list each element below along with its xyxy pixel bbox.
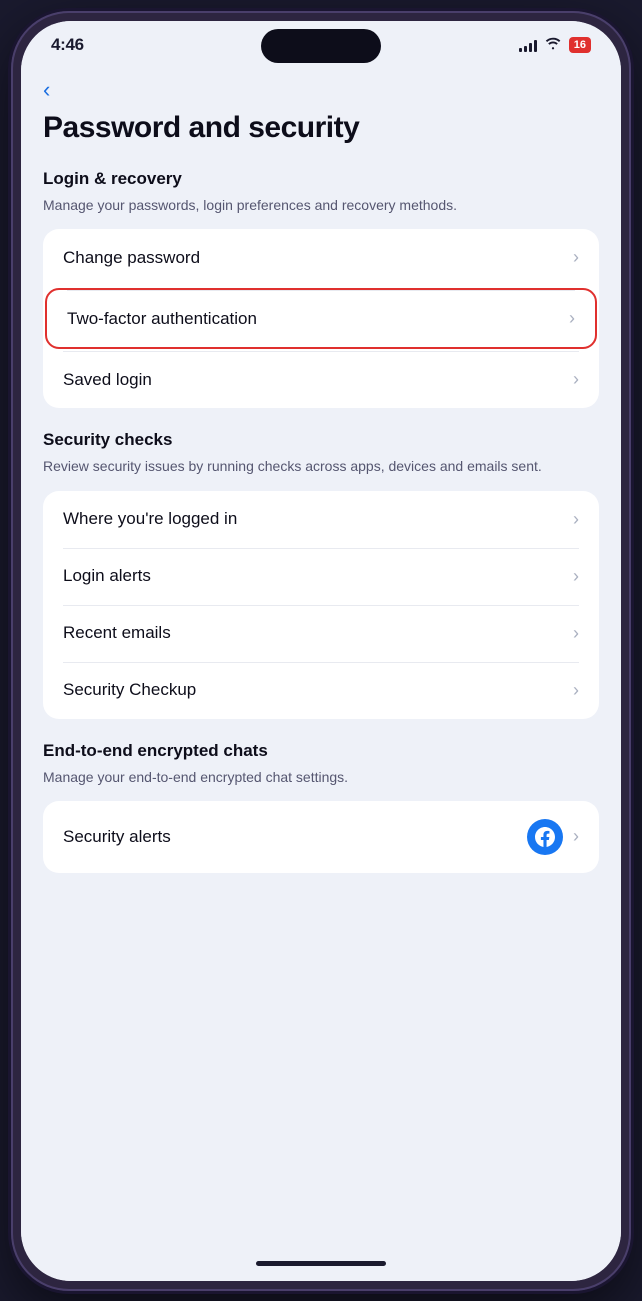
security-checkup-chevron-icon: › <box>573 680 579 701</box>
section-security-checks-desc: Review security issues by running checks… <box>43 456 599 476</box>
facebook-icon <box>527 819 563 855</box>
recent-emails-chevron-icon: › <box>573 623 579 644</box>
security-checkup-item[interactable]: Security Checkup › <box>43 662 599 719</box>
where-logged-in-label: Where you're logged in <box>63 509 237 529</box>
login-alerts-item[interactable]: Login alerts › <box>43 548 599 605</box>
status-icons: 16 <box>519 36 591 53</box>
saved-login-chevron-icon: › <box>573 369 579 390</box>
saved-login-item[interactable]: Saved login › <box>43 351 599 408</box>
page-title: Password and security <box>43 111 599 146</box>
home-bar <box>256 1261 386 1266</box>
e2e-chats-card: Security alerts › <box>43 801 599 873</box>
battery-icon: 16 <box>569 37 591 53</box>
wifi-icon <box>544 36 562 53</box>
section-security-checks: Security checks Review security issues b… <box>43 430 599 718</box>
two-factor-auth-item[interactable]: Two-factor authentication › <box>45 288 597 349</box>
where-logged-in-chevron-icon: › <box>573 509 579 530</box>
screen: 4:46 16 <box>21 21 621 1281</box>
saved-login-label: Saved login <box>63 370 152 390</box>
battery-level: 16 <box>569 37 591 53</box>
security-alerts-chevron-icon: › <box>573 826 579 847</box>
security-alerts-item[interactable]: Security alerts › <box>43 801 599 873</box>
change-password-item[interactable]: Change password › <box>43 229 599 286</box>
signal-icon <box>519 38 537 52</box>
section-login-recovery-title: Login & recovery <box>43 169 599 189</box>
section-login-recovery: Login & recovery Manage your passwords, … <box>43 169 599 408</box>
change-password-chevron-icon: › <box>573 247 579 268</box>
dynamic-island <box>261 29 381 63</box>
security-alerts-right: › <box>527 819 579 855</box>
back-chevron-icon: ‹ <box>43 79 50 101</box>
login-alerts-chevron-icon: › <box>573 566 579 587</box>
recent-emails-item[interactable]: Recent emails › <box>43 605 599 662</box>
page-content: ‹ Password and security Login & recovery… <box>21 63 621 1247</box>
security-checkup-label: Security Checkup <box>63 680 196 700</box>
section-security-checks-title: Security checks <box>43 430 599 450</box>
two-factor-auth-label: Two-factor authentication <box>67 309 257 329</box>
two-factor-auth-chevron-icon: › <box>569 308 575 329</box>
security-alerts-label: Security alerts <box>63 827 171 847</box>
section-login-recovery-desc: Manage your passwords, login preferences… <box>43 195 599 215</box>
status-time: 4:46 <box>51 35 84 55</box>
security-checks-card: Where you're logged in › Login alerts › … <box>43 491 599 719</box>
section-e2e-chats-title: End-to-end encrypted chats <box>43 741 599 761</box>
login-alerts-label: Login alerts <box>63 566 151 586</box>
change-password-label: Change password <box>63 248 200 268</box>
where-logged-in-item[interactable]: Where you're logged in › <box>43 491 599 548</box>
phone-frame: 4:46 16 <box>11 11 631 1291</box>
section-e2e-chats-desc: Manage your end-to-end encrypted chat se… <box>43 767 599 787</box>
login-recovery-card: Change password › Two-factor authenticat… <box>43 229 599 408</box>
recent-emails-label: Recent emails <box>63 623 171 643</box>
back-button[interactable]: ‹ <box>43 63 599 111</box>
home-indicator <box>21 1247 621 1281</box>
section-e2e-chats: End-to-end encrypted chats Manage your e… <box>43 741 599 873</box>
